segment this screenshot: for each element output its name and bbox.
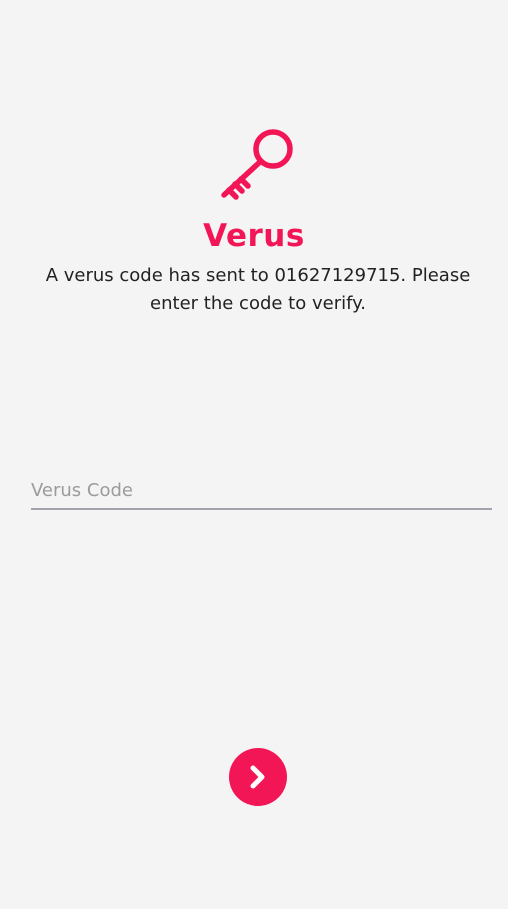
chevron-right-icon bbox=[250, 765, 265, 789]
next-button[interactable] bbox=[229, 748, 287, 806]
page-title: Verus bbox=[203, 218, 305, 254]
key-icon bbox=[221, 129, 293, 200]
verification-message: A verus code has sent to 01627129715. Pl… bbox=[45, 265, 471, 314]
verus-code-input[interactable] bbox=[31, 472, 492, 510]
verification-screen: Verus A verus code has sent to 016271297… bbox=[0, 0, 508, 909]
